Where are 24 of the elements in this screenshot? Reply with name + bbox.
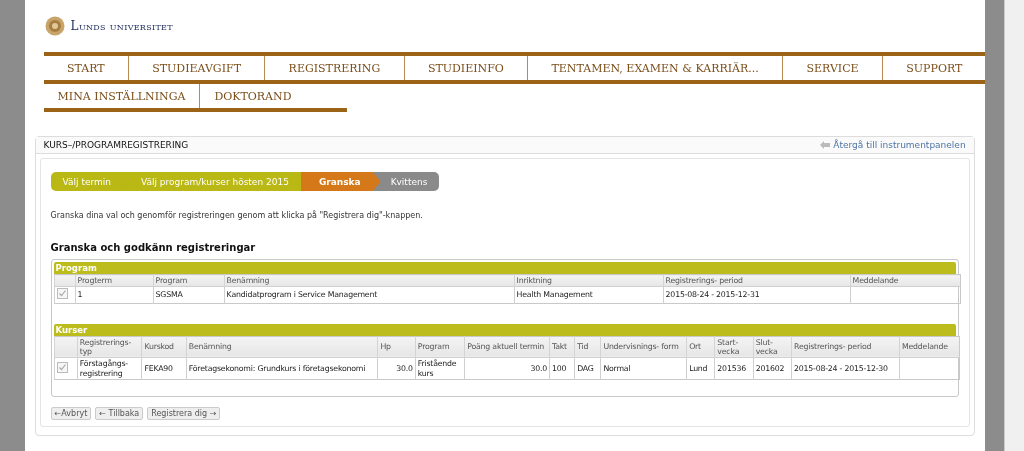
wizard-step: Granska — [300, 172, 381, 191]
panel-title: KURS–/PROGRAMREGISTRERING — [43, 140, 189, 150]
wizard-step: Kvittens — [372, 172, 440, 191]
checkbox[interactable] — [56, 288, 68, 300]
logo-text: Lunds universitet — [70, 19, 173, 33]
back-arrow-icon — [820, 141, 831, 149]
nav-menu-item[interactable]: SERVICE — [782, 56, 882, 80]
action-button[interactable]: Registrera dig → — [147, 407, 221, 421]
table-group-title: Program — [53, 262, 956, 274]
university-seal-icon — [44, 16, 65, 36]
action-button[interactable]: ←Avbryt — [50, 407, 92, 421]
action-button[interactable]: ← Tillbaka — [95, 407, 144, 421]
nav-menu-item[interactable]: STUDIEINFO — [403, 56, 528, 80]
section-title: Granska och godkänn registreringar — [50, 242, 257, 253]
nav-menu-item[interactable]: TENTAMEN, EXAMEN & KARRIÄR... — [527, 56, 783, 80]
nav-menu-item[interactable]: DOKTORAND — [199, 84, 306, 108]
scrollbar[interactable] — [1004, 0, 1024, 451]
nav-menu-item[interactable]: START — [43, 56, 128, 80]
nav-menu-item[interactable]: REGISTRERING — [264, 56, 404, 80]
nav-menu-item[interactable]: MINA INSTÄLLNINGA — [43, 84, 200, 108]
checkbox[interactable] — [56, 362, 68, 374]
nav-menu-item[interactable]: STUDIEAVGIFT — [127, 56, 265, 80]
table-group-title: Kurser — [53, 323, 956, 336]
instruction-text: Granska dina val och genomför registreringen genom att klicka på "Registrera dig"-knappen. — [50, 211, 424, 220]
